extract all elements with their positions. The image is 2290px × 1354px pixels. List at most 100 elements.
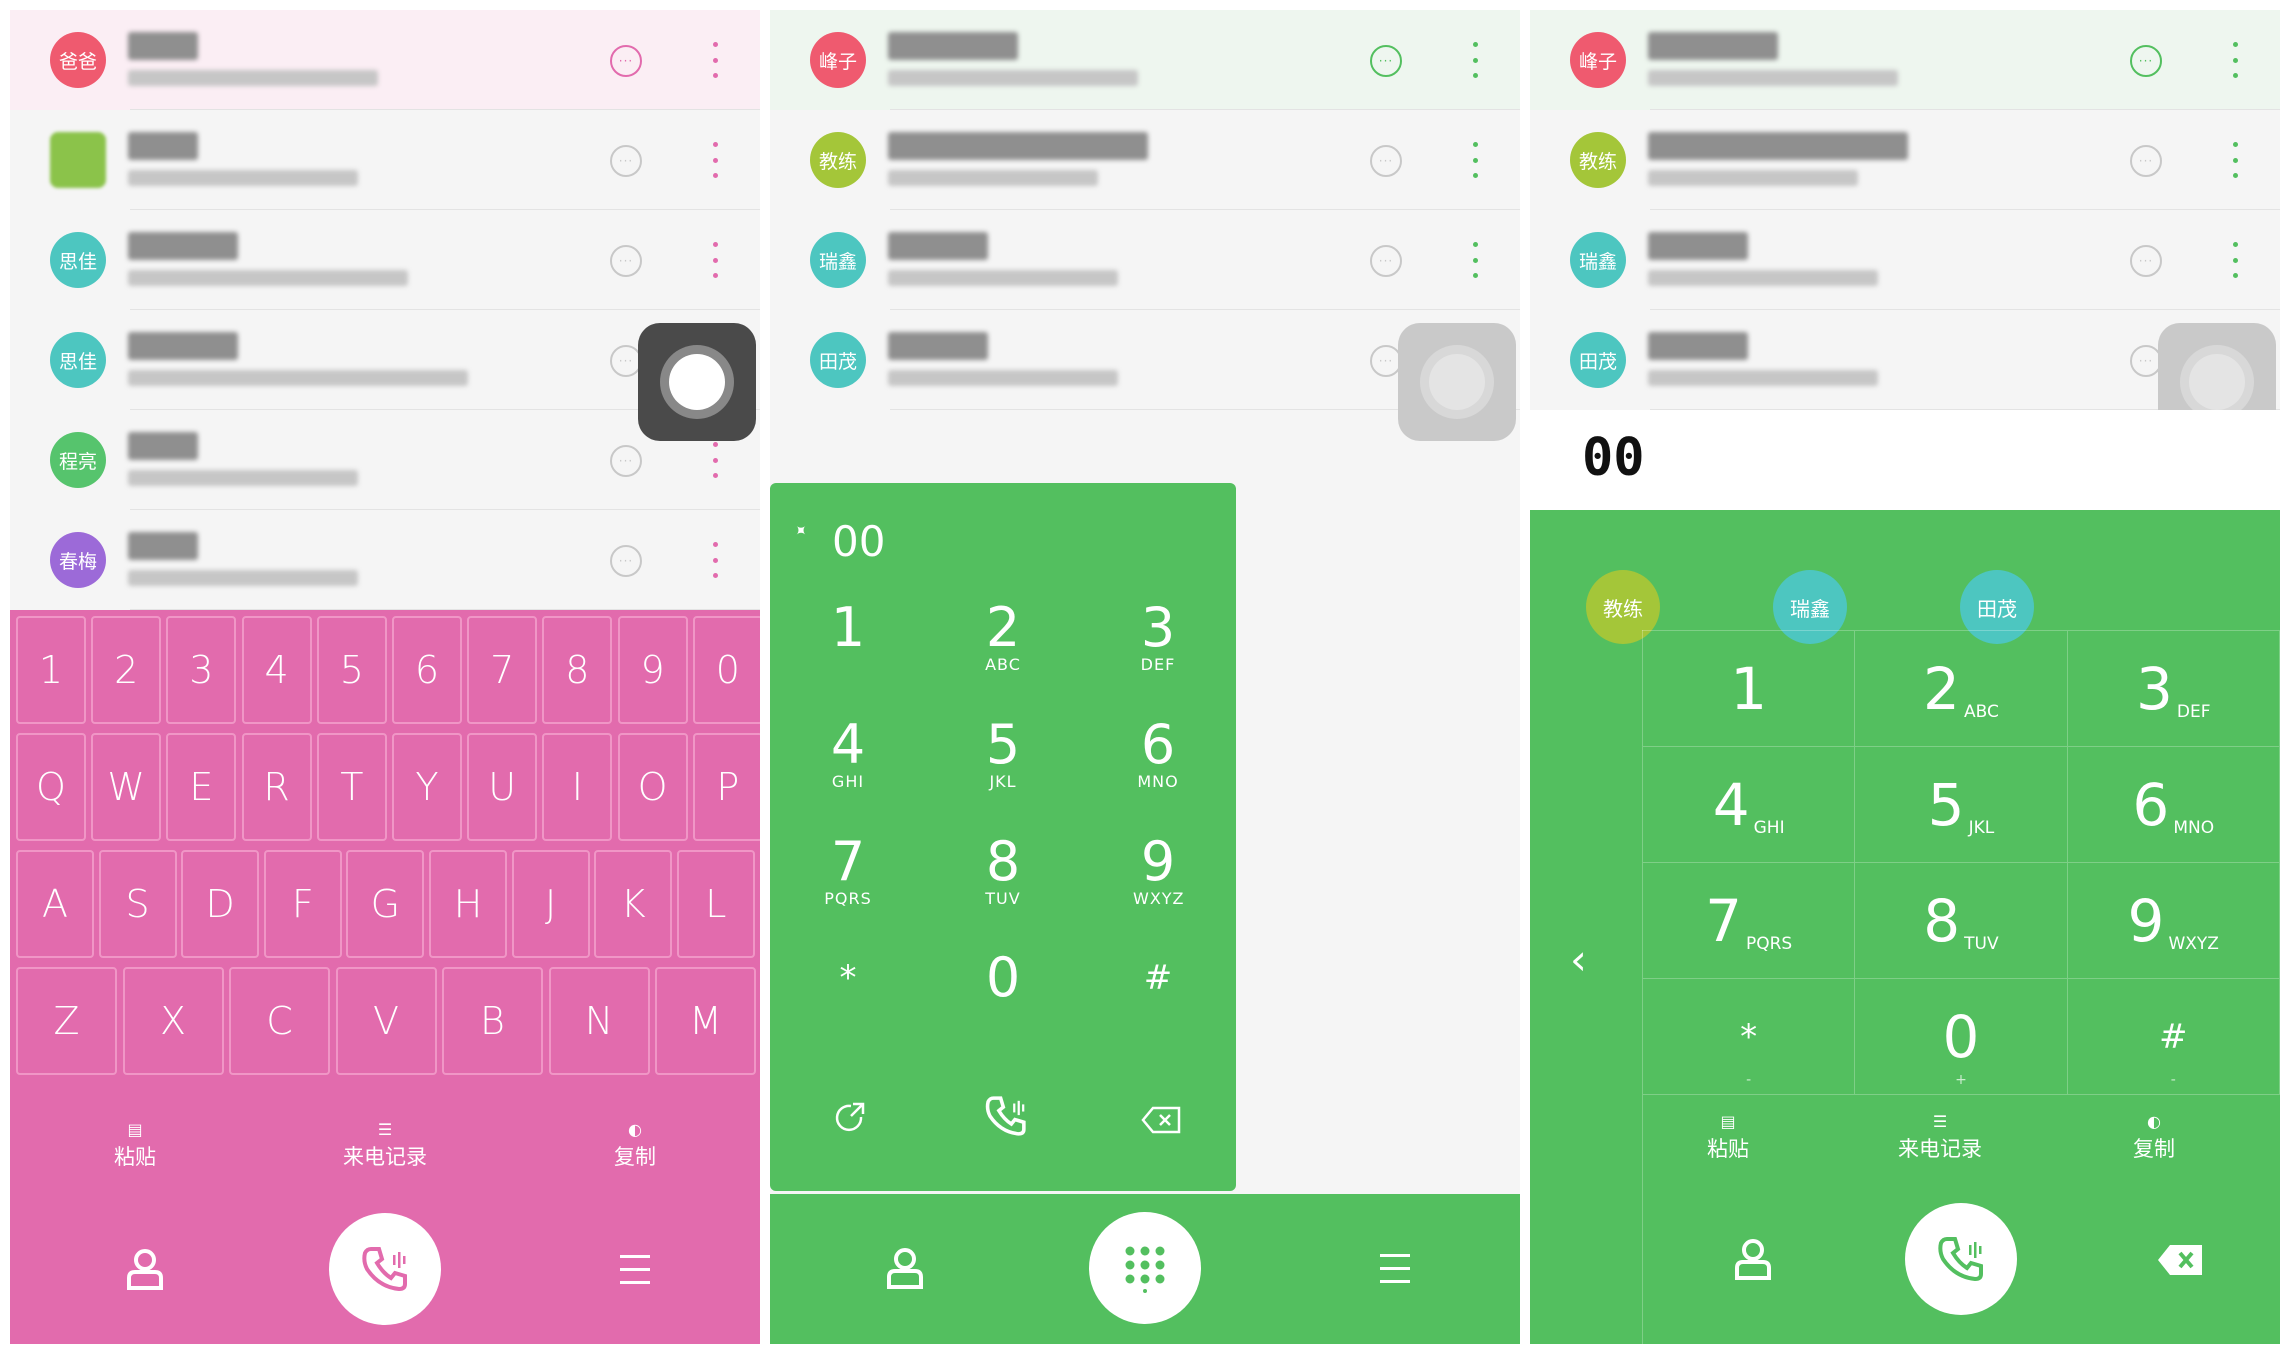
keyboard-key[interactable]: 9 — [617, 616, 688, 724]
contact-row[interactable]: 春梅 ··· — [10, 510, 760, 610]
keyboard-key[interactable]: U — [467, 733, 538, 841]
contact-row[interactable]: 爸爸 ··· — [10, 10, 760, 110]
more-options-icon[interactable] — [1472, 242, 1478, 278]
assistive-touch-button[interactable] — [638, 323, 756, 441]
dial-key[interactable]: 1 — [823, 601, 873, 655]
message-icon[interactable]: ··· — [610, 45, 642, 77]
message-icon[interactable]: ··· — [1370, 145, 1402, 177]
dial-key[interactable]: * - — [1643, 979, 1856, 1095]
dial-key[interactable]: 0 + — [1855, 979, 2068, 1095]
dial-key[interactable]: 6 MNO — [1133, 718, 1183, 792]
dial-key[interactable]: * — [823, 951, 873, 1005]
paste-button[interactable]: ▤ 粘贴 — [1668, 1112, 1788, 1163]
more-options-icon[interactable] — [712, 42, 718, 78]
keyboard-key[interactable]: Z — [16, 967, 117, 1075]
dial-key[interactable]: 8 TUV — [978, 835, 1028, 909]
copy-button[interactable]: ◐ 复制 — [2094, 1112, 2214, 1163]
contact-row[interactable]: 教练 ··· — [1530, 110, 2280, 210]
dial-key[interactable]: 2 ABC — [1855, 631, 2068, 747]
message-icon[interactable]: ··· — [2130, 45, 2162, 77]
contact-row[interactable]: 思佳 ··· — [10, 210, 760, 310]
keyboard-key[interactable]: Y — [392, 733, 462, 841]
keyboard-key[interactable]: E — [166, 733, 237, 841]
copy-button[interactable]: ◐ 复制 — [575, 1120, 695, 1171]
dial-key[interactable]: 8 TUV — [1855, 863, 2068, 979]
contact-row[interactable]: 瑞鑫 ··· — [1530, 210, 2280, 310]
dial-key[interactable]: 4 GHI — [1643, 747, 1856, 863]
dial-key[interactable]: 1 — [1643, 631, 1856, 747]
dial-key[interactable]: # — [1133, 951, 1183, 1005]
assistive-touch-button[interactable] — [1398, 323, 1516, 441]
keyboard-key[interactable]: N — [548, 967, 650, 1075]
keyboard-key[interactable]: H — [429, 850, 507, 958]
keyboard-key[interactable]: 1 — [16, 616, 86, 724]
contact-row[interactable]: ··· — [10, 110, 760, 210]
keyboard-key[interactable]: M — [655, 967, 756, 1075]
call-log-button[interactable]: ☰ 来电记录 — [325, 1120, 445, 1171]
keyboard-key[interactable]: S — [98, 850, 177, 958]
message-icon[interactable]: ··· — [610, 545, 642, 577]
dial-key[interactable]: 0 — [978, 951, 1028, 1005]
dialpad-toggle-button[interactable] — [1089, 1212, 1201, 1324]
more-options-icon[interactable] — [2232, 142, 2238, 178]
message-icon[interactable]: ··· — [2130, 145, 2162, 177]
keyboard-key[interactable]: T — [316, 733, 387, 841]
keyboard-key[interactable]: 7 — [467, 616, 538, 724]
paste-button[interactable]: ▤ 粘贴 — [75, 1120, 195, 1171]
message-icon[interactable]: ··· — [1370, 245, 1402, 277]
keyboard-key[interactable]: Q — [16, 733, 86, 841]
dial-key[interactable]: # - — [2067, 979, 2280, 1095]
keyboard-key[interactable]: F — [263, 850, 342, 958]
keyboard-key[interactable]: V — [335, 967, 437, 1075]
more-options-icon[interactable] — [712, 542, 718, 578]
dial-key[interactable]: 7 PQRS — [823, 835, 873, 909]
keyboard-key[interactable]: 6 — [392, 616, 462, 724]
contacts-icon[interactable] — [870, 1234, 940, 1304]
dial-key[interactable]: 9 WXYZ — [2067, 863, 2280, 979]
contact-row[interactable]: 峰子 ··· — [770, 10, 1520, 110]
keyboard-key[interactable]: 5 — [316, 616, 387, 724]
message-icon[interactable]: ··· — [2130, 245, 2162, 277]
more-options-icon[interactable] — [712, 142, 718, 178]
more-options-icon[interactable] — [2232, 242, 2238, 278]
dial-key[interactable]: 7 PQRS — [1643, 863, 1856, 979]
keyboard-key[interactable]: J — [511, 850, 590, 958]
keyboard-key[interactable]: A — [16, 850, 94, 958]
keyboard-key[interactable]: B — [442, 967, 543, 1075]
keyboard-key[interactable]: C — [229, 967, 330, 1075]
more-options-icon[interactable] — [1472, 142, 1478, 178]
keyboard-key[interactable]: 0 — [692, 616, 760, 724]
dial-key[interactable]: 9 WXYZ — [1133, 835, 1184, 909]
keyboard-key[interactable]: 3 — [166, 616, 237, 724]
contacts-icon[interactable] — [110, 1235, 180, 1305]
more-options-icon[interactable] — [712, 242, 718, 278]
keyboard-key[interactable]: W — [91, 733, 162, 841]
call-button[interactable] — [1905, 1203, 2017, 1315]
dial-key[interactable]: 3 DEF — [2067, 631, 2280, 747]
contacts-icon[interactable] — [1718, 1225, 1788, 1295]
contact-row[interactable]: 教练 ··· — [770, 110, 1520, 210]
more-options-icon[interactable] — [712, 442, 718, 478]
keyboard-key[interactable]: P — [692, 733, 760, 841]
keyboard-key[interactable]: R — [241, 733, 312, 841]
keyboard-key[interactable]: 4 — [241, 616, 312, 724]
keyboard-key[interactable]: I — [542, 733, 613, 841]
dial-key[interactable]: 5 JKL — [1855, 747, 2068, 863]
contact-row[interactable]: 峰子 ··· — [1530, 10, 2280, 110]
dial-key[interactable]: 5 JKL — [978, 718, 1028, 792]
message-icon[interactable]: ··· — [610, 445, 642, 477]
dial-key[interactable]: 4 GHI — [823, 718, 873, 792]
keyboard-key[interactable]: 8 — [542, 616, 613, 724]
more-options-icon[interactable] — [2232, 42, 2238, 78]
collapse-chevron-left-icon[interactable]: ‹ — [1570, 935, 1587, 984]
dial-key[interactable]: 3 DEF — [1133, 601, 1183, 675]
menu-icon[interactable] — [1360, 1234, 1430, 1304]
menu-icon[interactable] — [600, 1235, 670, 1305]
backspace-icon[interactable] — [1136, 1095, 1186, 1145]
keyboard-key[interactable]: 2 — [91, 616, 162, 724]
share-icon[interactable] — [825, 1093, 875, 1143]
message-icon[interactable]: ··· — [610, 145, 642, 177]
more-options-icon[interactable] — [1472, 42, 1478, 78]
contact-row[interactable]: 瑞鑫 ··· — [770, 210, 1520, 310]
call-button[interactable] — [978, 1088, 1034, 1144]
